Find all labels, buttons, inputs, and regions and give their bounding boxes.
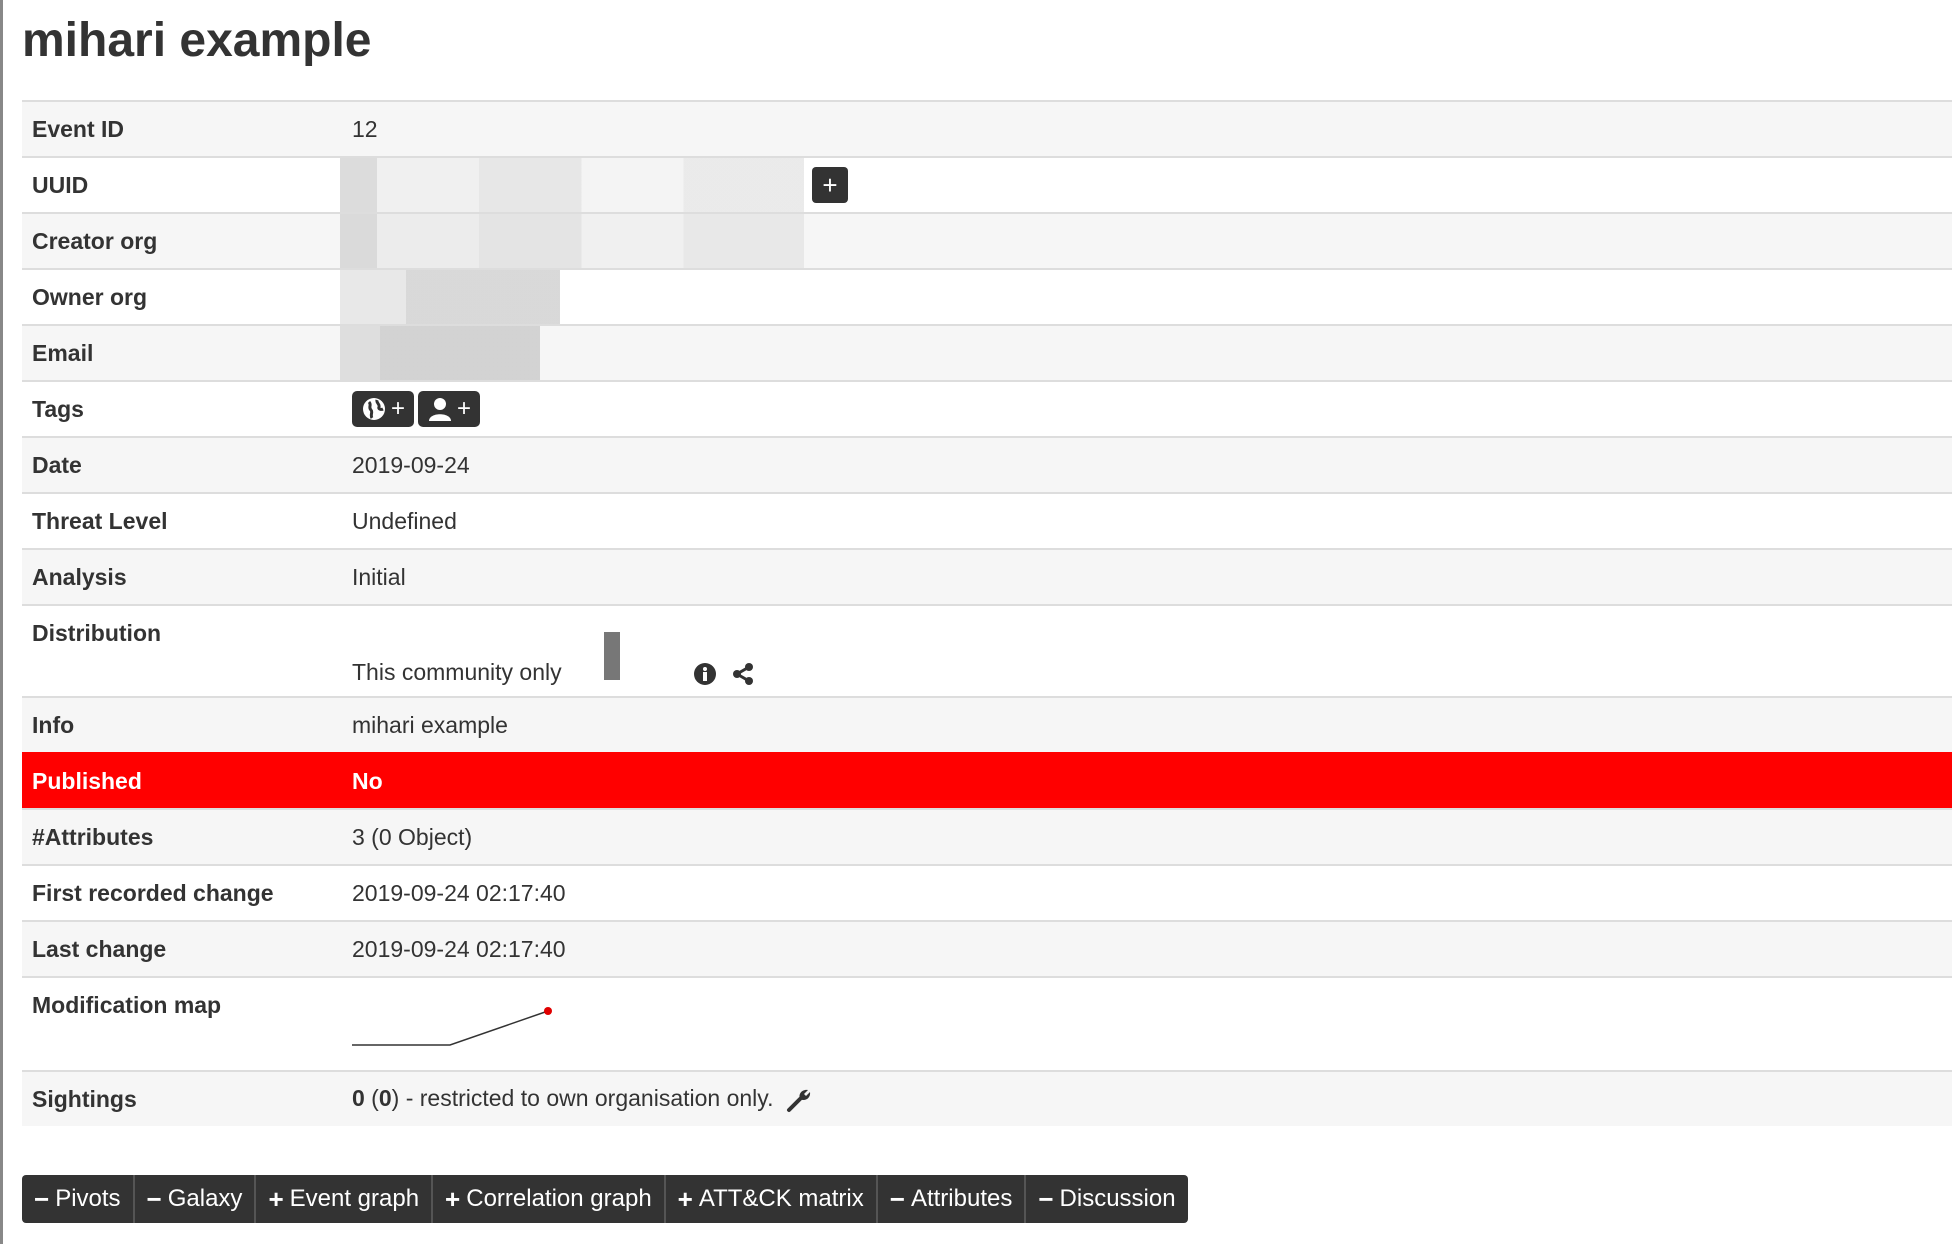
label-sightings: Sightings [22, 1070, 342, 1126]
modification-sparkline[interactable] [352, 999, 552, 1049]
sightings-restriction-text: - restricted to own organisation only. [399, 1085, 774, 1112]
redacted-owner-org [340, 270, 560, 324]
add-global-tag-button[interactable]: + [352, 391, 414, 427]
row-threat-level: Threat Level Undefined [22, 492, 1952, 549]
value-email [340, 324, 1952, 381]
row-info: Info mihari example [22, 696, 1952, 753]
expand-icon: + [445, 1184, 461, 1214]
label-owner-org: Owner org [22, 268, 342, 325]
row-last-change: Last change 2019-09-24 02:17:40 [22, 920, 1952, 977]
row-creator-org: Creator org [22, 212, 1952, 269]
value-distribution: This community only [342, 604, 1952, 697]
user-icon [428, 398, 451, 421]
row-modification-map: Modification map [22, 976, 1952, 1071]
redacted-uuid [340, 158, 804, 212]
row-published: Published No [22, 752, 1952, 809]
page-title: mihari example [22, 14, 372, 67]
value-tags: + + [342, 380, 1952, 437]
value-modification-map [342, 976, 1952, 1071]
share-icon[interactable] [731, 662, 755, 686]
wrench-icon[interactable] [786, 1087, 812, 1113]
tab-attack-matrix[interactable]: + ATT&CK matrix [666, 1175, 878, 1223]
distribution-graph[interactable] [604, 632, 621, 680]
label-uuid: UUID [22, 156, 342, 213]
row-distribution: Distribution This community only [22, 604, 1952, 697]
label-last-change: Last change [22, 920, 342, 977]
tab-discussion[interactable]: − Discussion [1026, 1175, 1187, 1223]
tab-label: Attributes [910, 1185, 1013, 1212]
tab-event-graph[interactable]: + Event graph [256, 1175, 434, 1223]
info-icon[interactable] [693, 662, 717, 686]
globe-icon [362, 398, 385, 420]
value-published: No [342, 752, 1952, 809]
distribution-text: This community only [352, 659, 562, 685]
tab-attributes[interactable]: − Attributes [878, 1175, 1027, 1223]
expand-icon: + [268, 1184, 284, 1214]
row-owner-org: Owner org [22, 268, 1952, 325]
value-sightings: 0 (0) - restricted to own organisation o… [342, 1070, 1952, 1126]
add-uuid-button[interactable]: + [812, 167, 848, 203]
tab-label: Discussion [1059, 1185, 1176, 1212]
value-first-change: 2019-09-24 02:17:40 [342, 864, 1952, 921]
row-attributes: #Attributes 3 (0 Object) [22, 808, 1952, 865]
tab-pivots[interactable]: − Pivots [22, 1175, 135, 1223]
collapse-icon: − [889, 1184, 905, 1214]
collapse-icon: − [146, 1184, 162, 1214]
value-last-change: 2019-09-24 02:17:40 [342, 920, 1952, 977]
left-border [0, 0, 3, 1244]
row-sightings: Sightings 0 (0) - restricted to own orga… [22, 1070, 1952, 1126]
redacted-email [340, 326, 540, 380]
collapse-icon: − [34, 1184, 50, 1214]
event-view-tabs: − Pivots − Galaxy + Event graph + Correlatio… [22, 1175, 1188, 1223]
value-threat-level: Undefined [342, 492, 1952, 549]
collapse-icon: − [1038, 1184, 1054, 1214]
row-tags: Tags + + [22, 380, 1952, 437]
sightings-count: 0 [352, 1085, 365, 1112]
redacted-creator-org [340, 214, 804, 268]
tab-galaxy[interactable]: − Galaxy [135, 1175, 257, 1223]
value-event-id: 12 [342, 100, 1952, 157]
global-tag-plus: + [390, 395, 405, 422]
label-threat-level: Threat Level [22, 492, 342, 549]
label-email: Email [22, 324, 342, 381]
tab-label: Galaxy [167, 1185, 243, 1212]
value-info: mihari example [342, 696, 1952, 753]
event-details-table: Event ID 12 UUID + Creator org Owner org… [22, 100, 1952, 1126]
tab-label: Correlation graph [466, 1185, 652, 1212]
row-email: Email [22, 324, 1952, 381]
tab-label: Event graph [289, 1185, 420, 1212]
row-first-change: First recorded change 2019-09-24 02:17:4… [22, 864, 1952, 921]
value-analysis: Initial [342, 548, 1952, 605]
label-modification-map: Modification map [22, 976, 342, 1071]
label-info: Info [22, 696, 342, 753]
tab-label: ATT&CK matrix [698, 1185, 864, 1212]
value-owner-org [340, 268, 1952, 325]
label-published: Published [22, 752, 342, 809]
sightings-count-total: 0 [378, 1085, 392, 1112]
row-event-id: Event ID 12 [22, 100, 1952, 157]
label-tags: Tags [22, 380, 342, 437]
row-uuid: UUID + [22, 156, 1952, 213]
label-event-id: Event ID [22, 100, 342, 157]
tab-label: Pivots [55, 1185, 121, 1212]
expand-icon: + [677, 1184, 693, 1214]
label-creator-org: Creator org [22, 212, 342, 269]
label-date: Date [22, 436, 342, 493]
value-uuid: + [340, 156, 1952, 213]
add-local-tag-button[interactable]: + [418, 391, 480, 427]
row-analysis: Analysis Initial [22, 548, 1952, 605]
value-creator-org [340, 212, 1952, 269]
local-tag-plus: + [456, 395, 471, 422]
value-attributes: 3 (0 Object) [342, 808, 1952, 865]
label-analysis: Analysis [22, 548, 342, 605]
label-first-change: First recorded change [22, 864, 342, 921]
value-date: 2019-09-24 [342, 436, 1952, 493]
tab-correlation-graph[interactable]: + Correlation graph [433, 1175, 666, 1223]
label-distribution: Distribution [22, 604, 342, 697]
row-date: Date 2019-09-24 [22, 436, 1952, 493]
label-attributes: #Attributes [22, 808, 342, 865]
